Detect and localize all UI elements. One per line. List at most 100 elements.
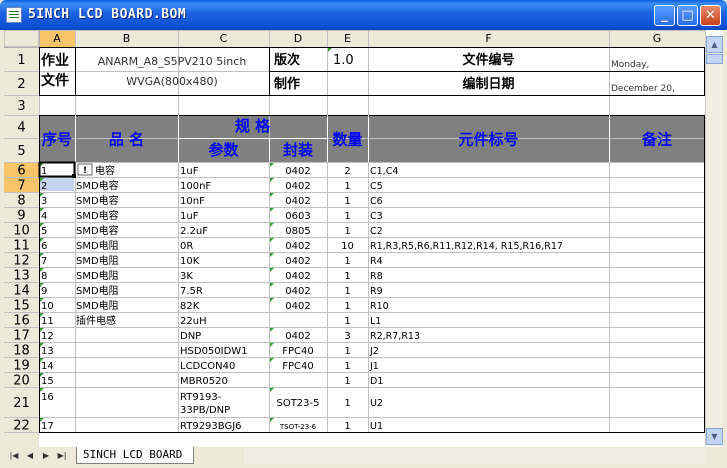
item-refs: U1	[370, 421, 383, 432]
item-refs: J1	[369, 361, 379, 372]
column-header-g: G	[653, 32, 662, 45]
vertical-scrollbar[interactable]: ▲ ▼	[705, 36, 723, 446]
doc-type-label: 作业	[41, 52, 69, 69]
item-package: 0402	[285, 256, 310, 267]
date-value: December 20,	[611, 84, 675, 94]
item-value: RT9193-	[180, 392, 222, 403]
prev-sheet-icon[interactable]: ◀	[24, 449, 36, 463]
close-button[interactable]: ✕	[700, 5, 721, 26]
window-title: 5INCH LCD BOARD.BOM	[28, 7, 187, 22]
item-package: TSOT-23-6	[279, 423, 317, 431]
scroll-up-button[interactable]: ▲	[706, 36, 723, 53]
row-header-20: 20	[13, 374, 30, 389]
last-sheet-icon[interactable]: ▶|	[56, 449, 68, 463]
item-name: SMD电阻	[76, 269, 119, 282]
column-header-a: A	[53, 32, 61, 45]
project-name: ANARM_A8_S5PV210 5inch	[98, 55, 247, 68]
fill-handle[interactable]	[72, 174, 76, 178]
item-value: 10K	[180, 256, 200, 267]
item-refs: L1	[370, 316, 381, 327]
item-package: 0402	[285, 241, 310, 252]
item-refs: C3	[370, 211, 383, 222]
spreadsheet-area[interactable]: A B C D E F G 1 2 3 4 5 6 7 8 9 10 11 12 13 14 15 16 17 18 19 20 21…	[4, 30, 723, 447]
item-qty: 1	[344, 316, 350, 327]
item-number: 3	[41, 196, 47, 207]
row-header-6: 6	[17, 164, 25, 179]
item-number: 7	[41, 256, 47, 267]
row-header-15: 15	[13, 299, 30, 314]
item-package: 0402	[285, 271, 310, 282]
item-qty: 10	[341, 241, 354, 252]
item-value: 82K	[180, 301, 200, 312]
row-header-22: 22	[13, 419, 30, 434]
item-value: RT9293BGJ6	[180, 421, 242, 432]
item-name: SMD电阻	[76, 254, 119, 267]
excel-window: 5INCH LCD BOARD.BOM _ □ ✕ ABCDEFG1234567…	[0, 0, 727, 468]
title-bar[interactable]: 5INCH LCD BOARD.BOM _ □ ✕	[0, 0, 727, 30]
item-package: FPC40	[282, 361, 314, 372]
item-refs: R1,R3,R5,R6,R11,R12,R14, R15,R16,R17	[370, 241, 563, 252]
scroll-thumb[interactable]	[706, 54, 723, 64]
item-refs: D1	[370, 376, 383, 387]
item-qty: 1	[344, 361, 350, 372]
sheet-tab-5inch-lcd-board[interactable]: 5INCH LCD BOARD	[76, 447, 194, 464]
item-refs: R2,R7,R13	[370, 331, 420, 342]
doc-type-label: 文件	[41, 72, 69, 89]
item-qty: 1	[344, 256, 350, 267]
item-value: DNP	[180, 331, 201, 342]
item-refs: R4	[370, 256, 383, 267]
item-number: 10	[41, 301, 54, 312]
item-refs: R10	[370, 301, 389, 312]
maximize-button[interactable]: □	[677, 5, 698, 26]
scroll-down-button[interactable]: ▼	[706, 428, 723, 445]
header-spec: 规 格	[235, 117, 271, 135]
item-number: 2	[41, 181, 47, 192]
item-refs: C6	[370, 196, 383, 207]
minimize-button[interactable]: _	[654, 5, 675, 26]
item-value: 1uF	[180, 211, 199, 222]
row-header-16: 16	[13, 314, 30, 329]
header-package: 封装	[283, 141, 314, 159]
select-all-corner[interactable]	[4, 30, 40, 48]
item-number: 1	[41, 166, 47, 177]
first-sheet-icon[interactable]: |◀	[8, 449, 20, 463]
item-package: 0402	[285, 196, 310, 207]
excel-doc-icon[interactable]	[6, 7, 22, 23]
next-sheet-icon[interactable]: ▶	[40, 449, 52, 463]
row-header-5: 5	[17, 144, 25, 159]
item-name: SMD电阻	[76, 239, 119, 252]
item-number: 14	[41, 361, 54, 372]
version-value: 1.0	[333, 53, 354, 68]
row-header-19: 19	[13, 359, 30, 374]
item-qty: 3	[344, 331, 350, 342]
item-qty: 1	[344, 301, 350, 312]
item-qty: 1	[344, 226, 350, 237]
horizontal-scrollbar[interactable]	[244, 448, 706, 464]
row-header-7: 7	[17, 179, 25, 194]
item-refs: R9	[370, 286, 383, 297]
header-param: 参数	[208, 141, 239, 159]
item-refs: J2	[369, 346, 379, 357]
item-number: 12	[41, 331, 54, 342]
column-header-e: E	[344, 32, 351, 45]
column-header-f: F	[485, 32, 491, 45]
item-value: 1uF	[180, 166, 199, 177]
item-value: LCDCON40	[180, 361, 235, 372]
item-package: 0402	[285, 286, 310, 297]
item-name: SMD电阻	[76, 299, 119, 312]
item-package: 0805	[285, 226, 310, 237]
row-header-11: 11	[13, 239, 30, 254]
item-name: SMD电容	[76, 194, 119, 207]
row-header-4: 4	[17, 121, 25, 136]
header-notes: 备注	[641, 131, 672, 149]
row-header-10: 10	[13, 224, 30, 239]
column-header-bar	[4, 30, 705, 47]
item-name: SMD电容	[76, 209, 119, 222]
item-package: 0402	[285, 301, 310, 312]
item-value: MBR0520	[180, 376, 228, 387]
spreadsheet-grid[interactable]: A B C D E F G123456789101112131415161718192021…	[4, 30, 723, 447]
header-seq: 序号	[42, 131, 72, 149]
item-value: HSD050IDW1	[180, 346, 248, 357]
item-name: SMD电阻	[76, 284, 119, 297]
item-package: SOT23-5	[276, 398, 319, 409]
